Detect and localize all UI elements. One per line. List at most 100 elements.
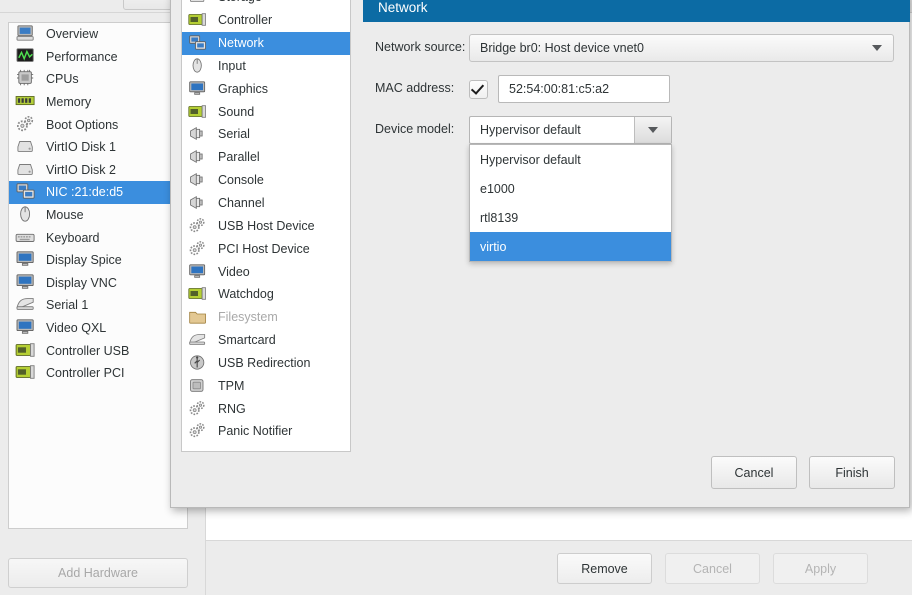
serial-plug-icon	[190, 195, 203, 210]
harddisk-icon	[15, 160, 39, 180]
network-source-label: Network source:	[375, 40, 466, 54]
category-item[interactable]: Sound	[182, 100, 350, 123]
hardware-list-item[interactable]: Controller USB	[9, 339, 187, 362]
category-item-label: RNG	[218, 401, 246, 416]
vm-footer-bar: Remove Cancel Apply	[205, 540, 912, 595]
category-item[interactable]: TPM	[182, 374, 350, 397]
category-item-label: USB Host Device	[218, 218, 315, 233]
category-item[interactable]: Channel	[182, 192, 350, 215]
hardware-list-item[interactable]: Display VNC	[9, 272, 187, 295]
panel-header: Network	[363, 0, 910, 22]
chevron-down-icon	[872, 45, 882, 51]
category-item[interactable]: Panic Notifier	[182, 420, 350, 443]
smartcard-icon	[188, 331, 210, 349]
category-item-label: Parallel	[218, 150, 260, 165]
controller-card-icon	[188, 13, 206, 27]
performance-graph-icon	[16, 48, 34, 62]
category-item-label: Smartcard	[218, 333, 276, 348]
category-item[interactable]: Storage	[182, 0, 350, 9]
hardware-list-item[interactable]: Controller PCI	[9, 362, 187, 385]
device-model-option[interactable]: rtl8139	[470, 203, 671, 232]
category-item-label: Storage	[218, 0, 262, 4]
device-model-option[interactable]: Hypervisor default	[470, 145, 671, 174]
mac-address-checkbox[interactable]	[469, 79, 488, 99]
panel-title: Network	[378, 0, 428, 15]
hardware-list-item[interactable]: NIC :21:de:d5	[9, 181, 187, 204]
tpm-chip-icon	[190, 379, 204, 392]
hardware-list-item[interactable]: Keyboard	[9, 226, 187, 249]
memory-module-icon	[15, 96, 35, 106]
hardware-list-item-label: Keyboard	[46, 230, 100, 245]
hardware-list-item[interactable]: VirtIO Disk 2	[9, 159, 187, 182]
device-model-select[interactable]: Hypervisor default	[469, 116, 672, 144]
category-item[interactable]: Controller	[182, 9, 350, 32]
sound-card-icon	[188, 104, 206, 118]
category-item[interactable]: Console	[182, 169, 350, 192]
category-item-label: Graphics	[218, 81, 269, 96]
category-item[interactable]: Parallel	[182, 146, 350, 169]
folder-icon	[188, 308, 210, 326]
gears-icon	[15, 115, 39, 135]
serial-plug-icon	[188, 148, 210, 166]
hardware-list-item-label: NIC :21:de:d5	[46, 185, 124, 200]
hardware-list[interactable]: Overview Performance CPUs Memory Boot Option…	[8, 22, 188, 529]
chevron-down-icon	[648, 127, 658, 133]
category-item-label: TPM	[218, 378, 245, 393]
hardware-list-item[interactable]: Boot Options	[9, 113, 187, 136]
harddisk-icon	[17, 163, 33, 175]
category-item[interactable]: USB Redirection	[182, 352, 350, 375]
network-card-icon	[188, 34, 210, 52]
hardware-list-item[interactable]: Memory	[9, 91, 187, 114]
network-source-select[interactable]: Bridge br0: Host device vnet0	[469, 34, 894, 62]
watchdog-card-icon	[188, 285, 210, 303]
mouse-input-icon	[188, 57, 210, 75]
folder-icon	[189, 312, 206, 324]
hardware-list-item[interactable]: Overview	[9, 23, 187, 46]
category-item[interactable]: Network	[182, 31, 350, 55]
controller-card-icon	[15, 365, 35, 379]
hardware-list-item-label: Controller PCI	[46, 366, 125, 381]
mac-address-input[interactable]: 52:54:00:81:c5:a2	[498, 75, 670, 103]
hardware-list-item[interactable]: Serial 1	[9, 294, 187, 317]
category-item[interactable]: PCI Host Device	[182, 237, 350, 260]
category-item[interactable]: Filesystem	[182, 306, 350, 329]
category-item[interactable]: Graphics	[182, 77, 350, 100]
hardware-list-item[interactable]: Video QXL	[9, 317, 187, 340]
display-icon	[15, 273, 39, 293]
hardware-list-item-label: VirtIO Disk 1	[46, 140, 116, 155]
category-item[interactable]: Input	[182, 55, 350, 78]
display-icon	[16, 251, 34, 266]
category-item[interactable]: Serial	[182, 123, 350, 146]
smartcard-icon	[189, 334, 206, 345]
device-model-dropdown-menu[interactable]: Hypervisor default e1000 rtl8139 virtio	[469, 144, 672, 262]
hardware-list-item[interactable]: Display Spice	[9, 249, 187, 272]
category-item[interactable]: Video	[182, 260, 350, 283]
serial-plug-icon	[188, 171, 210, 189]
hardware-list-item-label: Memory	[46, 95, 92, 110]
hardware-list-item-label: Boot Options	[46, 117, 119, 132]
category-item[interactable]: Watchdog	[182, 283, 350, 306]
category-item[interactable]: RNG	[182, 397, 350, 420]
add-hardware-button[interactable]: Add Hardware	[8, 558, 188, 588]
hardware-list-item[interactable]: VirtIO Disk 1	[9, 136, 187, 159]
screen: Overview Performance CPUs Memory Boot Option…	[0, 0, 912, 595]
mouse-input-icon	[192, 58, 202, 73]
device-model-option[interactable]: virtio	[470, 232, 671, 261]
device-model-dropdown-button[interactable]	[634, 117, 671, 143]
hardware-category-list[interactable]: Storage Controller Network Input Graphics Sou…	[181, 0, 351, 452]
device-model-option[interactable]: e1000	[470, 174, 671, 203]
category-item[interactable]: Smartcard	[182, 329, 350, 352]
hardware-list-item[interactable]: CPUs	[9, 68, 187, 91]
category-item-label: Serial	[218, 127, 250, 142]
display-icon	[189, 81, 206, 95]
network-form: Network source: Bridge br0: Host device …	[363, 22, 910, 262]
hardware-list-item[interactable]: Mouse	[9, 204, 187, 227]
dialog-button-cancel[interactable]: Cancel	[711, 456, 797, 489]
display-icon	[189, 263, 206, 278]
hardware-list-item[interactable]: Performance	[9, 46, 187, 69]
dialog-button-finish[interactable]: Finish	[809, 456, 895, 489]
gears-icon	[188, 240, 210, 258]
category-item[interactable]: USB Host Device	[182, 214, 350, 237]
hardware-list-item-label: Video QXL	[46, 321, 107, 336]
footer-button-remove[interactable]: Remove	[557, 553, 652, 584]
